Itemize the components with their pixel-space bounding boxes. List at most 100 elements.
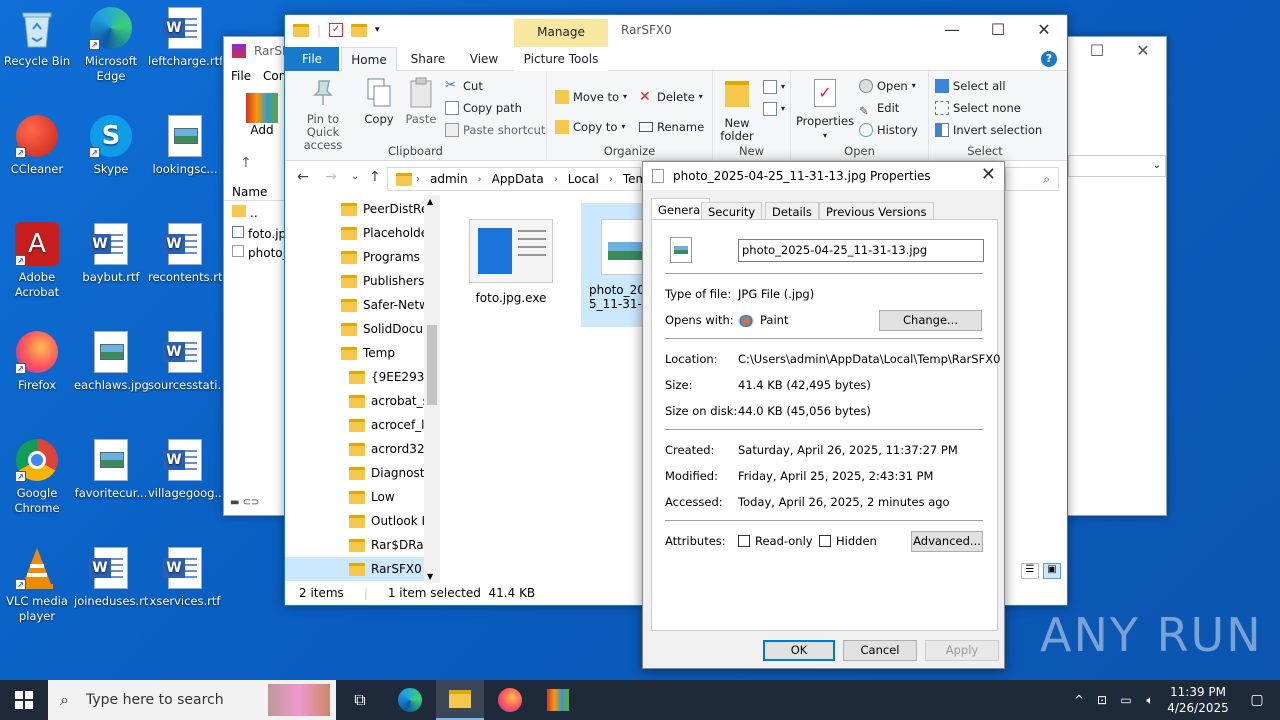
file-list-row[interactable]: ..	[232, 205, 258, 220]
move-to-button[interactable]: Move to ▾	[555, 87, 627, 107]
desktop-icon-vlc[interactable]: ↗ VLC media player	[0, 546, 74, 624]
start-button[interactable]	[0, 680, 48, 720]
breadcrumb-local[interactable]: Local	[568, 172, 599, 186]
tree-item-rarsfx0[interactable]: RarSFX0	[285, 557, 440, 581]
desktop-icon-villagegoog[interactable]: W villagegoog...	[148, 438, 222, 501]
forward-arrow-icon[interactable]: →	[325, 169, 337, 185]
desktop-icon-adobe-acrobat[interactable]: A ↗ Adobe Acrobat	[0, 222, 74, 300]
tab-previous-versions[interactable]: Previous Versions	[819, 202, 934, 220]
desktop-icon-eachlaws[interactable]: eachlaws.jpg	[74, 330, 148, 393]
cancel-button[interactable]: Cancel	[843, 640, 917, 661]
customize-dropdown-icon[interactable]: ▾	[375, 25, 380, 35]
task-view-button[interactable]: ⧉	[336, 680, 384, 720]
select-all-button[interactable]: Select all	[935, 76, 1006, 96]
change-button[interactable]: Change...	[879, 310, 982, 331]
taskbar-file-explorer[interactable]	[436, 680, 484, 720]
readonly-checkbox[interactable]: Read-only	[738, 534, 813, 548]
easy-access-icon[interactable]: ▾	[763, 99, 785, 119]
manage-context-tab[interactable]: Manage	[514, 19, 608, 47]
close-icon[interactable]: ✕	[1120, 37, 1166, 65]
copy-button[interactable]: Copy	[359, 77, 399, 126]
new-folder-icon[interactable]	[351, 23, 368, 37]
back-arrow-icon[interactable]: ←	[297, 169, 309, 185]
taskbar-edge[interactable]	[386, 680, 434, 720]
maximize-icon[interactable]: ☐	[1074, 37, 1120, 65]
advanced-button[interactable]: Advanced...	[911, 531, 983, 552]
large-icons-view-icon[interactable]: ▣	[1043, 563, 1061, 579]
ok-button[interactable]: OK	[763, 640, 835, 661]
new-item-icon[interactable]: ▾	[763, 77, 785, 97]
edit-button[interactable]: ✎ Edit	[859, 98, 899, 118]
close-icon[interactable]: ✕	[1021, 15, 1067, 45]
desktop-icon-leftcharge[interactable]: W leftcharge.rtf	[148, 6, 222, 69]
address-bar[interactable]: › admin › AppData › Local › Temp	[387, 167, 655, 191]
scroll-thumb[interactable]	[427, 325, 437, 405]
taskbar-search-box[interactable]: ⌕ Type here to search	[48, 680, 336, 720]
dropdown-chevron-icon[interactable]: ⌄	[1068, 155, 1166, 177]
file-list-row[interactable]: foto.jp	[232, 226, 286, 241]
paste-shortcut-button[interactable]: Paste shortcut	[445, 120, 545, 140]
desktop-icon-google-chrome[interactable]: ↗ Google Chrome	[0, 438, 74, 516]
desktop-icon-skype[interactable]: S ↗ Skype	[74, 114, 148, 177]
desktop-icon-recycle-bin[interactable]: Recycle Bin	[0, 6, 74, 69]
new-folder-button[interactable]: New folder	[717, 77, 757, 143]
tab-picture-tools[interactable]: Picture Tools	[514, 47, 608, 71]
desktop-icon-recontents[interactable]: W recontents.rtf	[148, 222, 222, 285]
paste-button[interactable]: Paste	[401, 77, 441, 126]
history-button[interactable]: History	[859, 120, 918, 140]
desktop-icon-edge[interactable]: ↗ Microsoft Edge	[74, 6, 148, 84]
apply-button[interactable]: Apply	[925, 640, 999, 661]
network-icon[interactable]: ⊡	[1090, 693, 1114, 707]
breadcrumb-admin[interactable]: admin	[430, 172, 468, 186]
maximize-icon[interactable]: ☐	[975, 15, 1021, 45]
tab-home[interactable]: Home	[341, 47, 397, 72]
close-icon[interactable]: ✕	[981, 164, 996, 185]
menu-file[interactable]: File	[231, 69, 251, 83]
file-item-foto-exe[interactable]: foto.jpg.exe	[465, 205, 557, 305]
show-hidden-icons-icon[interactable]: ^	[1068, 693, 1090, 707]
desktop-icon-lookingsc[interactable]: lookingsc...	[148, 114, 222, 177]
desktop-icon-ccleaner[interactable]: ↗ CCleaner	[0, 114, 74, 177]
up-arrow-icon[interactable]: ↑	[240, 155, 252, 171]
search-icon[interactable]: ⌕	[1005, 167, 1059, 191]
taskbar-firefox[interactable]	[486, 680, 534, 720]
copy-path-button[interactable]: Copy path	[445, 98, 522, 118]
desktop-icon-xservices[interactable]: W xservices.rtf	[148, 546, 222, 609]
hidden-checkbox[interactable]: Hidden	[819, 534, 877, 548]
breadcrumb-appdata[interactable]: AppData	[492, 172, 544, 186]
pin-quick-access-button[interactable]: Pin to Quick access	[289, 77, 357, 152]
rename-button[interactable]: Rename	[639, 117, 704, 137]
taskbar-winrar[interactable]	[534, 680, 582, 720]
properties-dialog[interactable]: photo_2025-04-25_11-31-13.jpg Properties…	[642, 161, 1005, 669]
file-item-photo-jpg[interactable]: photo_202 5_11-31-1	[581, 203, 647, 327]
details-view-icon[interactable]: ☰	[1021, 563, 1039, 579]
delete-button[interactable]: ✕ Delete ▾	[639, 87, 703, 107]
copy-to-button[interactable]: Copy to ▾	[555, 117, 625, 137]
desktop-icon-favoritecur[interactable]: favoritecur...	[74, 438, 148, 501]
up-arrow-icon[interactable]: ↑	[369, 169, 381, 185]
tab-view[interactable]: View	[459, 47, 509, 71]
file-list-row[interactable]: photo_	[232, 245, 289, 260]
help-icon[interactable]: ?	[1041, 51, 1057, 67]
properties-icon[interactable]: ✓	[329, 23, 344, 37]
desktop-icon-sourcesstati[interactable]: W sourcesstati...	[148, 330, 222, 393]
select-none-button[interactable]: Select none	[935, 98, 1021, 118]
notifications-icon[interactable]: ▢	[1234, 692, 1280, 708]
open-button[interactable]: Open ▾	[859, 76, 916, 96]
volume-icon[interactable]: 🔈︎	[1138, 693, 1162, 708]
tab-share[interactable]: Share	[403, 47, 453, 71]
desktop-icon-baybut[interactable]: W baybut.rtf	[74, 222, 148, 285]
recent-dropdown-icon[interactable]: ⌄	[351, 171, 359, 182]
clock[interactable]: 11:39 PM 4/26/2025	[1162, 684, 1234, 716]
tab-security[interactable]: Security	[701, 202, 763, 220]
cut-button[interactable]: ✂ Cut	[445, 76, 483, 96]
filename-field[interactable]: photo_2025-04-25_11-31-13.jpg	[738, 239, 984, 262]
properties-button[interactable]: ✓ Properties ▾	[795, 77, 855, 142]
scroll-up-icon[interactable]: ▲	[427, 197, 433, 206]
invert-selection-button[interactable]: Invert selection	[935, 120, 1042, 140]
navigation-scrollbar[interactable]: ▲ ▼	[424, 195, 440, 583]
minimize-icon[interactable]: —	[929, 15, 975, 45]
tab-details[interactable]: Details	[765, 202, 819, 220]
network-status-icon[interactable]: ▭	[1114, 693, 1138, 707]
tab-file[interactable]: File	[285, 47, 339, 71]
